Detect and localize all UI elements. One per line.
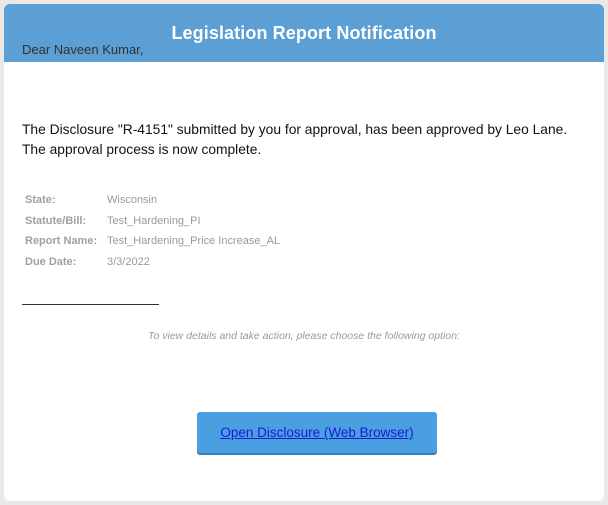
detail-value: Test_Hardening_PI — [107, 214, 201, 227]
action-instruction: To view details and take action, please … — [148, 330, 460, 342]
detail-row-due-date: Due Date: 3/3/2022 — [25, 252, 280, 273]
open-disclosure-button[interactable]: Open Disclosure (Web Browser) — [197, 412, 437, 453]
detail-label: Report Name: — [25, 235, 98, 248]
message-line-2: The approval process is now complete. — [22, 142, 262, 157]
open-disclosure-link[interactable]: Open Disclosure (Web Browser) — [220, 425, 413, 440]
approval-message: The Disclosure "R-4151" submitted by you… — [22, 120, 604, 160]
detail-value: Test_Hardening_Price Increase_AL — [107, 235, 281, 248]
detail-value: 3/3/2022 — [107, 255, 150, 268]
detail-row-state: State: Wisconsin — [25, 190, 280, 211]
detail-row-statute: Statute/Bill: Test_Hardening_PI — [25, 211, 280, 232]
detail-row-report-name: Report Name: Test_Hardening_Price Increa… — [25, 231, 280, 252]
greeting-text: Dear Naveen Kumar, — [22, 42, 144, 57]
details-list: State: Wisconsin Statute/Bill: Test_Hard… — [25, 190, 280, 272]
detail-label: Statute/Bill: — [25, 214, 87, 227]
page-title: Legislation Report Notification — [171, 22, 437, 43]
detail-value: Wisconsin — [107, 194, 158, 207]
detail-label: Due Date: — [25, 255, 77, 268]
message-line-1: The Disclosure "R-4151" submitted by you… — [22, 122, 568, 137]
detail-label: State: — [25, 194, 56, 207]
notification-card: Legislation Report Notification Dear Nav… — [4, 4, 604, 501]
signature-divider — [22, 304, 159, 305]
